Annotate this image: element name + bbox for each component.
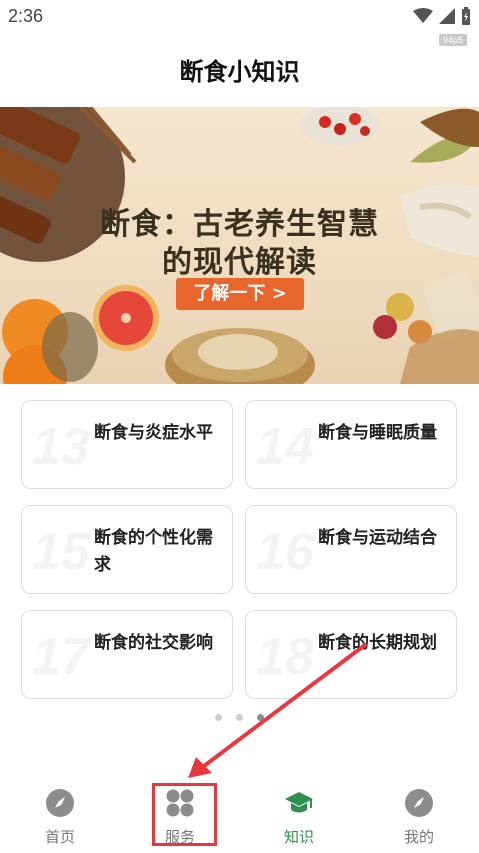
card-personalized[interactable]: 15 断食的个性化需求 xyxy=(21,505,233,594)
graduation-cap-icon xyxy=(285,792,313,813)
card-title: 断食与炎症水平 xyxy=(94,423,213,443)
status-icons xyxy=(413,7,471,25)
card-social[interactable]: 17 断食的社交影响 xyxy=(21,610,233,699)
nav-knowledge[interactable]: 知识 xyxy=(259,788,339,847)
compass-icon xyxy=(46,789,74,817)
pager-dot[interactable] xyxy=(236,714,243,721)
nav-label: 知识 xyxy=(283,828,314,846)
banner-subheadline: 的现代解读 xyxy=(162,245,317,280)
card-title: 断食与运动结合 xyxy=(318,528,437,548)
learn-more-button[interactable]: 了解一下 > xyxy=(176,278,304,310)
card-number: 15 xyxy=(32,523,90,581)
card-number: 14 xyxy=(256,418,314,476)
card-title: 断食的个性化需求 xyxy=(94,528,213,575)
page-title: 断食小知识 xyxy=(179,58,300,86)
nav-home[interactable]: 首页 xyxy=(20,788,100,847)
fps-badge: 94p5 xyxy=(438,34,467,46)
pager-dot-active[interactable] xyxy=(257,714,264,721)
card-number: 13 xyxy=(32,418,90,476)
card-number: 17 xyxy=(32,628,90,686)
card-sleep[interactable]: 14 断食与睡眠质量 xyxy=(245,400,457,489)
compass-icon xyxy=(405,789,433,817)
nav-label: 首页 xyxy=(44,828,75,846)
nav-profile[interactable]: 我的 xyxy=(379,788,459,847)
wifi-icon xyxy=(413,8,433,23)
card-inflammation[interactable]: 13 断食与炎症水平 xyxy=(21,400,233,489)
card-long-term[interactable]: 18 断食的长期规划 xyxy=(245,610,457,699)
card-title: 断食的社交影响 xyxy=(94,633,213,653)
banner[interactable]: 断食：古老养生智慧 的现代解读 了解一下 > xyxy=(0,107,479,384)
status-bar: 2:36 xyxy=(0,0,479,34)
status-time: 2:36 xyxy=(8,6,44,26)
battery-icon xyxy=(462,7,470,25)
bottom-nav: 首页 服务 知识 我的 xyxy=(0,780,479,853)
card-number: 18 xyxy=(256,628,314,686)
signal-icon xyxy=(439,8,455,24)
highlight-box xyxy=(152,783,217,846)
nav-label: 我的 xyxy=(403,828,434,846)
card-number: 16 xyxy=(256,523,314,581)
card-exercise[interactable]: 16 断食与运动结合 xyxy=(245,505,457,594)
pager-dot[interactable] xyxy=(215,714,222,721)
card-title: 断食与睡眠质量 xyxy=(318,423,437,443)
card-title: 断食的长期规划 xyxy=(318,633,437,653)
